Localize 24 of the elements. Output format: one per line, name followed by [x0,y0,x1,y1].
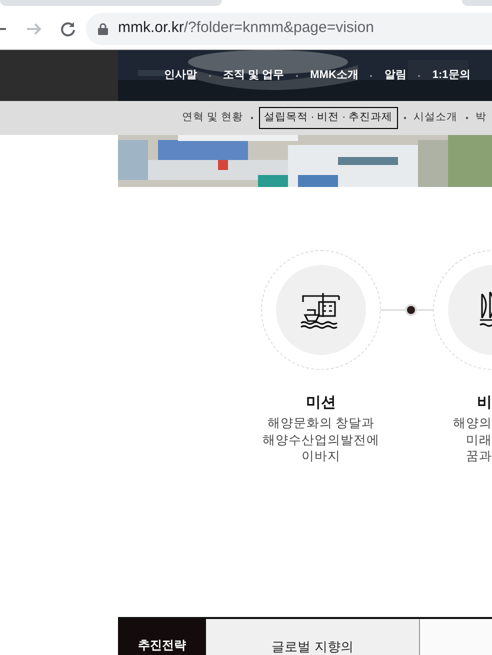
value-description: 해양의 미래 꿈과 [453,415,492,464]
nav-link[interactable]: MMK소개 [310,67,358,84]
table-header-cell: 추진전략 [118,619,206,655]
submenu-tab[interactable]: 박 [474,107,489,129]
submenu-tab[interactable]: 시설소개 [412,107,460,129]
table-cell [420,619,492,655]
browser-tab[interactable] [462,0,492,6]
forward-icon[interactable] [26,20,42,36]
ship-and-crane-icon [299,290,343,330]
submenu-tab[interactable]: 설립목적 · 비전 · 추진과제 [258,107,398,129]
nav-link[interactable]: 인사말 [164,67,197,84]
table-cell: 글로벌 지향의 [206,619,420,655]
nav-link[interactable]: 조직 및 업무 [223,67,284,84]
lock-icon [98,22,108,34]
reload-icon[interactable] [60,20,76,36]
nav-link[interactable]: 1:1문의 [432,67,470,84]
browser-tab[interactable] [0,0,222,6]
submenu-tab[interactable]: 연혁 및 현황 [180,107,245,129]
address-bar[interactable]: mmk.or.kr/?folder=knmm&page=vision [86,12,492,44]
url-text: mmk.or.kr/?folder=knmm&page=vision [118,18,374,38]
value-description: 해양문화의 창달과 해양수산업의발전에 이바지 [262,415,380,464]
value-title: 비 [477,393,492,413]
nav-link[interactable]: 알림 [384,67,406,84]
value-title: 미션 [306,393,336,413]
